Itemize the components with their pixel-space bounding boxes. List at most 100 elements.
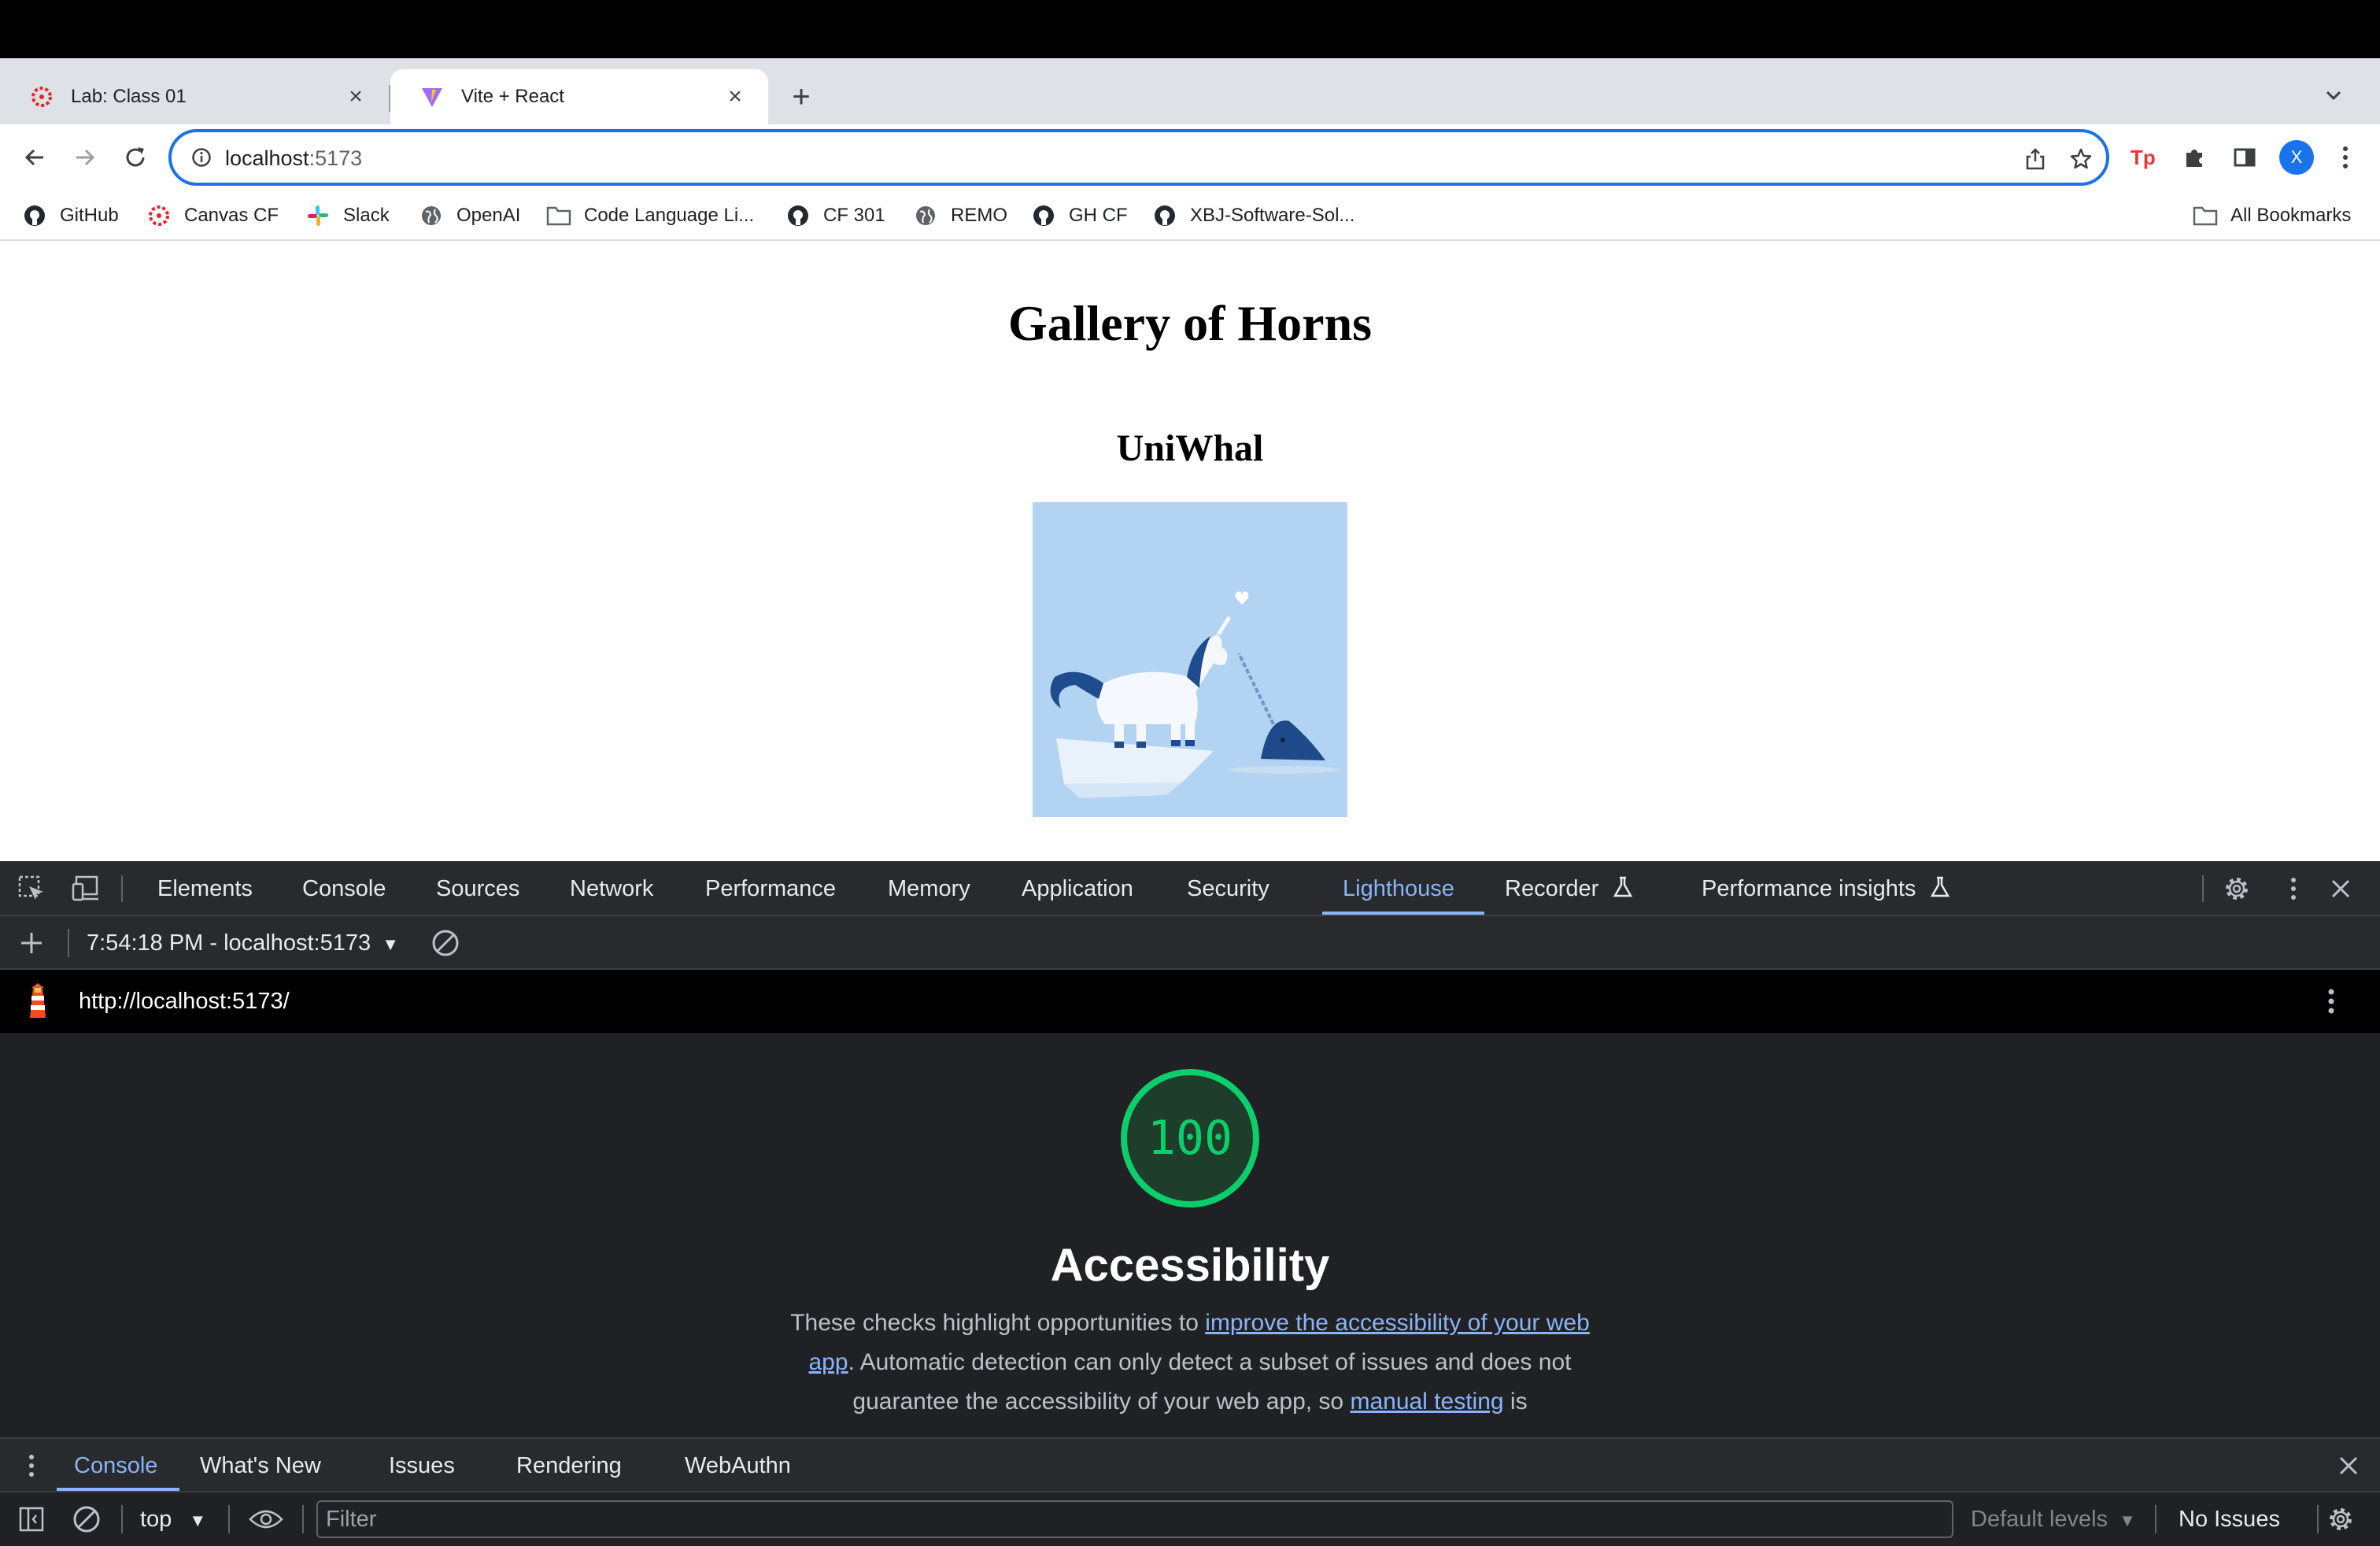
tab-application[interactable]: Application — [1022, 861, 1133, 916]
toolbar-divider — [68, 929, 69, 957]
screen-top-bar — [0, 0, 2380, 58]
close-icon[interactable]: × — [719, 81, 751, 113]
drawer-tab-issues[interactable]: Issues — [389, 1439, 455, 1492]
github-icon — [785, 203, 811, 228]
clear-console-icon[interactable] — [69, 1502, 104, 1537]
tab-vite-react[interactable]: Vite + React × — [390, 69, 768, 124]
tab-recorder[interactable]: Recorder — [1505, 861, 1635, 916]
gear-icon[interactable] — [2323, 1502, 2358, 1537]
drawer-tab-console[interactable]: Console — [74, 1439, 157, 1492]
bookmark-label: OpenAI — [456, 205, 521, 226]
eye-icon[interactable] — [249, 1502, 283, 1537]
tab-lighthouse[interactable]: Lighthouse — [1343, 861, 1454, 916]
close-icon[interactable]: × — [340, 81, 371, 113]
category-title: Accessibility — [1050, 1240, 1330, 1291]
bookmark-github[interactable]: GitHub — [22, 200, 119, 231]
kebab-menu-icon[interactable] — [2276, 871, 2311, 906]
active-tab-indicator — [1322, 912, 1484, 915]
tab-performance[interactable]: Performance — [705, 861, 836, 916]
bookmark-label: REMO — [951, 205, 1007, 226]
bookmark-openai[interactable]: OpenAI — [419, 200, 520, 231]
info-icon[interactable] — [189, 145, 214, 170]
globe-icon — [913, 203, 938, 228]
inspect-element-icon[interactable] — [14, 871, 49, 906]
forward-icon[interactable] — [63, 135, 107, 179]
console-filter-input[interactable] — [316, 1500, 1953, 1538]
bookmark-label: Code Language Li... — [584, 205, 755, 226]
url-text[interactable]: localhost:5173 — [225, 145, 362, 172]
bookmark-label: Slack — [343, 205, 390, 226]
github-icon — [1031, 203, 1056, 228]
slack-icon — [305, 203, 331, 228]
bookmark-canvas-cf[interactable]: Canvas CF — [146, 200, 279, 231]
description-text: is — [1503, 1389, 1528, 1415]
github-icon — [22, 203, 47, 228]
toolbar-divider — [2317, 1505, 2319, 1533]
gear-icon[interactable] — [2219, 871, 2254, 906]
devtools-panel: Elements Console Sources Network Perform… — [0, 861, 2380, 1546]
star-icon[interactable] — [2065, 143, 2097, 175]
new-tab-button[interactable]: + — [785, 77, 817, 117]
bookmark-gh-cf[interactable]: GH CF — [1031, 200, 1128, 231]
toolbar-divider — [302, 1505, 304, 1533]
devtools-tab-bar: Elements Console Sources Network Perform… — [0, 861, 2380, 916]
bookmark-cf-301[interactable]: CF 301 — [785, 200, 885, 231]
canvas-icon — [146, 203, 172, 228]
bookmark-code-language[interactable]: Code Language Li... — [546, 200, 754, 231]
drawer-tab-rendering[interactable]: Rendering — [516, 1439, 622, 1492]
all-bookmarks-button[interactable]: All Bookmarks — [2193, 200, 2351, 231]
close-icon[interactable] — [2323, 871, 2358, 906]
beast-title: UniWhal — [1116, 427, 1264, 469]
experiment-flask-icon — [1613, 876, 1633, 897]
tab-network[interactable]: Network — [570, 861, 653, 916]
lighthouse-logo-icon — [20, 983, 55, 1019]
bookmark-label: GitHub — [60, 205, 119, 226]
unicorn-tail — [1050, 671, 1103, 708]
clear-icon[interactable] — [428, 926, 463, 960]
tab-elements[interactable]: Elements — [157, 861, 253, 916]
tab-title: Lab: Class 01 — [71, 86, 187, 107]
side-panel-icon[interactable] — [2226, 139, 2264, 176]
manual-testing-link[interactable]: manual testing — [1350, 1389, 1503, 1415]
url-host: localhost — [225, 146, 309, 170]
avatar[interactable]: X — [2279, 140, 2314, 175]
log-levels-dropdown[interactable]: Default levels ▼ — [1971, 1492, 2136, 1546]
context-selector[interactable]: top ▼ — [140, 1492, 206, 1546]
beast-image[interactable] — [1033, 502, 1347, 817]
close-icon[interactable] — [2331, 1448, 2366, 1483]
back-icon[interactable] — [13, 135, 57, 179]
chevron-down-icon[interactable] — [2322, 83, 2345, 107]
drawer-tab-bar: Console What's New Issues Rendering WebA… — [0, 1437, 2380, 1492]
report-selector[interactable]: 7:54:18 PM - localhost:5173 ▼ — [87, 916, 399, 970]
extension-tp-icon[interactable]: Tp — [2125, 139, 2163, 176]
issues-counter[interactable]: No Issues — [2179, 1492, 2280, 1546]
drawer-tab-webauthn[interactable]: WebAuthn — [685, 1439, 791, 1492]
bookmark-label: CF 301 — [823, 205, 885, 226]
vite-icon — [419, 83, 445, 110]
page-viewport: Gallery of Horns UniWhal — [0, 241, 2380, 861]
tab-performance-insights[interactable]: Performance insights — [1702, 861, 1952, 916]
kebab-menu-icon[interactable] — [2326, 139, 2364, 176]
address-bar[interactable]: localhost:5173 — [168, 129, 2109, 186]
bookmarks-bar: GitHub Canvas CF Slack OpenAI Code Langu… — [0, 192, 2380, 241]
puzzle-icon[interactable] — [2175, 139, 2213, 176]
kebab-menu-icon[interactable] — [2314, 984, 2349, 1019]
sidebar-toggle-icon[interactable] — [14, 1502, 49, 1537]
drawer-tab-whats-new[interactable]: What's New — [200, 1439, 321, 1492]
plus-icon[interactable] — [14, 926, 49, 960]
tab-security[interactable]: Security — [1187, 861, 1269, 916]
canvas-icon — [28, 83, 55, 110]
bookmark-slack[interactable]: Slack — [305, 200, 390, 231]
tab-lab-class-01[interactable]: Lab: Class 01 × — [0, 69, 389, 124]
reload-icon[interactable] — [113, 135, 157, 179]
toolbar-divider — [121, 1505, 123, 1533]
tab-title: Vite + React — [461, 86, 564, 107]
bookmark-remo[interactable]: REMO — [913, 200, 1007, 231]
share-icon[interactable] — [2020, 143, 2051, 175]
tab-console[interactable]: Console — [302, 861, 386, 916]
tab-sources[interactable]: Sources — [436, 861, 519, 916]
kebab-menu-icon[interactable] — [14, 1448, 49, 1483]
tab-memory[interactable]: Memory — [888, 861, 970, 916]
bookmark-xbj-software[interactable]: XBJ-Software-Sol... — [1152, 200, 1354, 231]
device-toolbar-icon[interactable] — [69, 871, 104, 906]
